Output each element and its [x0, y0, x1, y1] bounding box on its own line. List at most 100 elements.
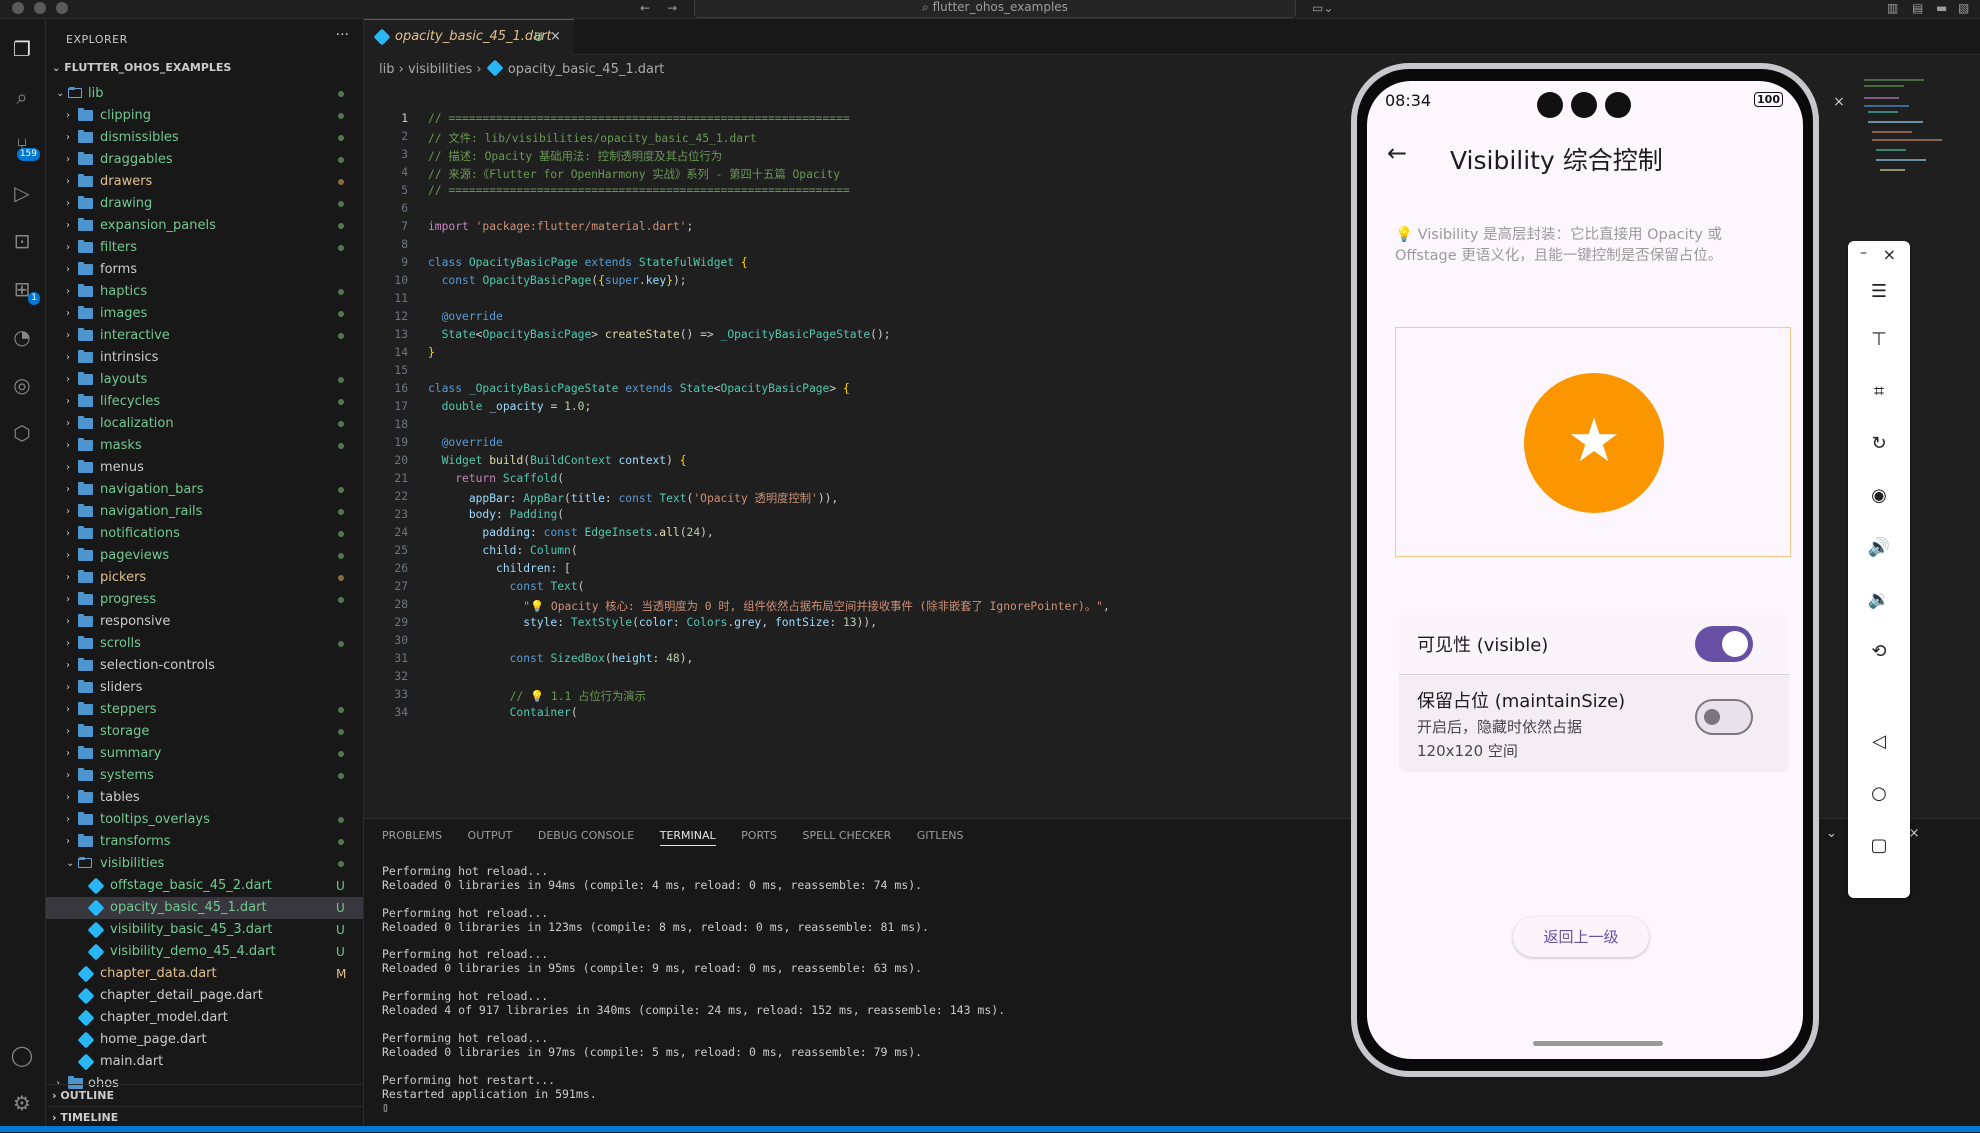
terminal-output[interactable]: Performing hot reload... Reloaded 0 libr… [382, 864, 1005, 1115]
file-opacity_basic_45_1-dart[interactable]: opacity_basic_45_1.dart U [46, 897, 363, 919]
file-chapter_data-dart[interactable]: chapter_data.dart M [46, 963, 363, 985]
folder-transforms[interactable]: › transforms [46, 831, 363, 853]
folder-progress[interactable]: › progress [46, 589, 363, 611]
outline-section[interactable]: › OUTLINE [46, 1084, 363, 1107]
extensions-icon[interactable]: ⊞ 1 [8, 275, 40, 305]
folder-summary[interactable]: › summary [46, 743, 363, 765]
volume-up-icon[interactable]: 🔊 [1848, 537, 1910, 558]
layout-icon[interactable]: ▥ [1887, 1, 1898, 15]
folder-steppers[interactable]: › steppers [46, 699, 363, 721]
folder-layouts[interactable]: › layouts [46, 369, 363, 391]
folder-lifecycles[interactable]: › lifecycles [46, 391, 363, 413]
folder-haptics[interactable]: › haptics [46, 281, 363, 303]
nav-back-icon[interactable]: ◁ [1848, 731, 1910, 752]
folder-systems[interactable]: › systems [46, 765, 363, 787]
copilot-icon[interactable]: ▭⌄ [1312, 1, 1333, 15]
visible-switch-row[interactable]: 可见性 (visible) [1399, 614, 1789, 675]
file-visibility_basic_45_3-dart[interactable]: visibility_basic_45_3.dart U [46, 919, 363, 941]
tab-opacity-basic[interactable]: opacity_basic_45_1.dart U × [364, 19, 574, 55]
chevron-down-icon[interactable]: ⌄ [1826, 826, 1837, 841]
folder-filters[interactable]: › filters [46, 237, 363, 259]
file-offstage_basic_45_2-dart[interactable]: offstage_basic_45_2.dart U [46, 875, 363, 897]
return-button[interactable]: 返回上一级 [1513, 917, 1649, 957]
tab-ports[interactable]: PORTS [741, 829, 777, 842]
forward-arrow-icon[interactable]: → [667, 1, 677, 15]
explorer-icon[interactable]: ❐ [8, 35, 36, 63]
folder-forms[interactable]: › forms [46, 259, 363, 281]
volume-down-icon[interactable]: 🔉 [1848, 589, 1910, 610]
folder-scrolls[interactable]: › scrolls [46, 633, 363, 655]
close-window-button[interactable] [12, 2, 24, 14]
folder-masks[interactable]: › masks [46, 435, 363, 457]
workspace-root[interactable]: ⌄ FLUTTER_OHOS_EXAMPLES [52, 61, 231, 74]
tab-gitlens[interactable]: GITLENS [917, 829, 964, 842]
folder-storage[interactable]: › storage [46, 721, 363, 743]
toggle-sidebar-icon[interactable]: ▤ [1912, 1, 1923, 15]
close-emulator-icon[interactable]: × [1822, 87, 1856, 117]
back-arrow-icon[interactable]: ← [1387, 139, 1407, 167]
settings-gear-icon[interactable]: ⚙ [8, 1089, 36, 1117]
folder-pageviews[interactable]: › pageviews [46, 545, 363, 567]
run-debug-icon[interactable]: ▷ [8, 179, 36, 207]
visible-toggle[interactable] [1695, 626, 1753, 662]
maintain-size-row[interactable]: 保留占位 (maintainSize) 开启后，隐藏时依然占据 120x120 … [1399, 675, 1789, 772]
folder-pickers[interactable]: › pickers [46, 567, 363, 589]
file-chapter_model-dart[interactable]: chapter_model.dart [46, 1007, 363, 1029]
nav-home-icon[interactable]: ○ [1848, 783, 1910, 804]
folder-tooltips_overlays[interactable]: › tooltips_overlays [46, 809, 363, 831]
tab-problems[interactable]: PROBLEMS [382, 829, 442, 842]
folder-sliders[interactable]: › sliders [46, 677, 363, 699]
remote-explorer-icon[interactable]: ⊡ [8, 227, 36, 255]
tab-debug-console[interactable]: DEBUG CONSOLE [538, 829, 634, 842]
folder-tables[interactable]: › tables [46, 787, 363, 809]
tab-output[interactable]: OUTPUT [468, 829, 513, 842]
search-icon[interactable]: ⌕ [8, 83, 36, 111]
folder-localization[interactable]: › localization [46, 413, 363, 435]
folder-selection-controls[interactable]: › selection-controls [46, 655, 363, 677]
close-tab-icon[interactable]: × [550, 20, 561, 54]
package-icon[interactable]: ⬡ [8, 419, 36, 447]
folder-drawing[interactable]: › drawing [46, 193, 363, 215]
maintain-size-toggle[interactable] [1695, 699, 1753, 735]
toggle-secondary-sidebar-icon[interactable]: ▧ [1958, 1, 1969, 15]
code-editor[interactable]: 1 2 3 4 5 6 7 8 9 10 11 12 13 14 15 16 1… [364, 112, 1364, 719]
back-arrow-icon[interactable]: ← [640, 1, 650, 15]
menu-icon[interactable]: ☰ [1848, 281, 1910, 302]
folder-menus[interactable]: › menus [46, 457, 363, 479]
close-icon[interactable]: × [1848, 245, 1896, 264]
folder-clipping[interactable]: › clipping [46, 105, 363, 127]
breadcrumb-file[interactable]: opacity_basic_45_1.dart [508, 62, 665, 77]
home-indicator[interactable] [1533, 1041, 1663, 1046]
folder-intrinsics[interactable]: › intrinsics [46, 347, 363, 369]
screenshot-icon[interactable]: ◉ [1848, 485, 1910, 506]
source-control-icon[interactable]: ⑂ 159 [8, 131, 40, 161]
file-chapter_detail_page-dart[interactable]: chapter_detail_page.dart [46, 985, 363, 1007]
file-visibility_demo_45_4-dart[interactable]: visibility_demo_45_4.dart U [46, 941, 363, 963]
folder-interactive[interactable]: › interactive [46, 325, 363, 347]
gitlens-icon[interactable]: ◎ [8, 371, 36, 399]
folder-images[interactable]: › images [46, 303, 363, 325]
folder-drawers[interactable]: › drawers [46, 171, 363, 193]
breadcrumb-visibilities[interactable]: visibilities [408, 62, 472, 77]
folder-draggables[interactable]: › draggables [46, 149, 363, 171]
folder-visibilities[interactable]: ⌄ visibilities [46, 853, 363, 875]
folder-expansion_panels[interactable]: › expansion_panels [46, 215, 363, 237]
rotate-icon[interactable]: ↻ [1848, 433, 1910, 454]
rotate-device-icon[interactable]: ⟲ [1848, 641, 1910, 662]
maximize-window-button[interactable] [56, 2, 68, 14]
command-search-input[interactable]: ⌕ flutter_ohos_examples [694, 0, 1296, 18]
account-icon[interactable]: ◯ [8, 1041, 36, 1069]
folder-notifications[interactable]: › notifications [46, 523, 363, 545]
folder-dismissibles[interactable]: › dismissibles [46, 127, 363, 149]
file-home_page-dart[interactable]: home_page.dart [46, 1029, 363, 1051]
breadcrumb-lib[interactable]: lib [379, 62, 394, 77]
folder-responsive[interactable]: › responsive [46, 611, 363, 633]
tab-terminal[interactable]: TERMINAL [659, 829, 716, 846]
minimize-window-button[interactable] [34, 2, 46, 14]
folder-navigation_bars[interactable]: › navigation_bars [46, 479, 363, 501]
more-actions-icon[interactable]: ··· [336, 27, 349, 43]
close-panel-icon[interactable]: × [1909, 826, 1920, 841]
crop-icon[interactable]: ⌗ [1848, 381, 1910, 402]
toggle-panel-icon[interactable]: ▬ [1936, 1, 1947, 15]
folder-lib[interactable]: ⌄ lib [46, 83, 363, 105]
